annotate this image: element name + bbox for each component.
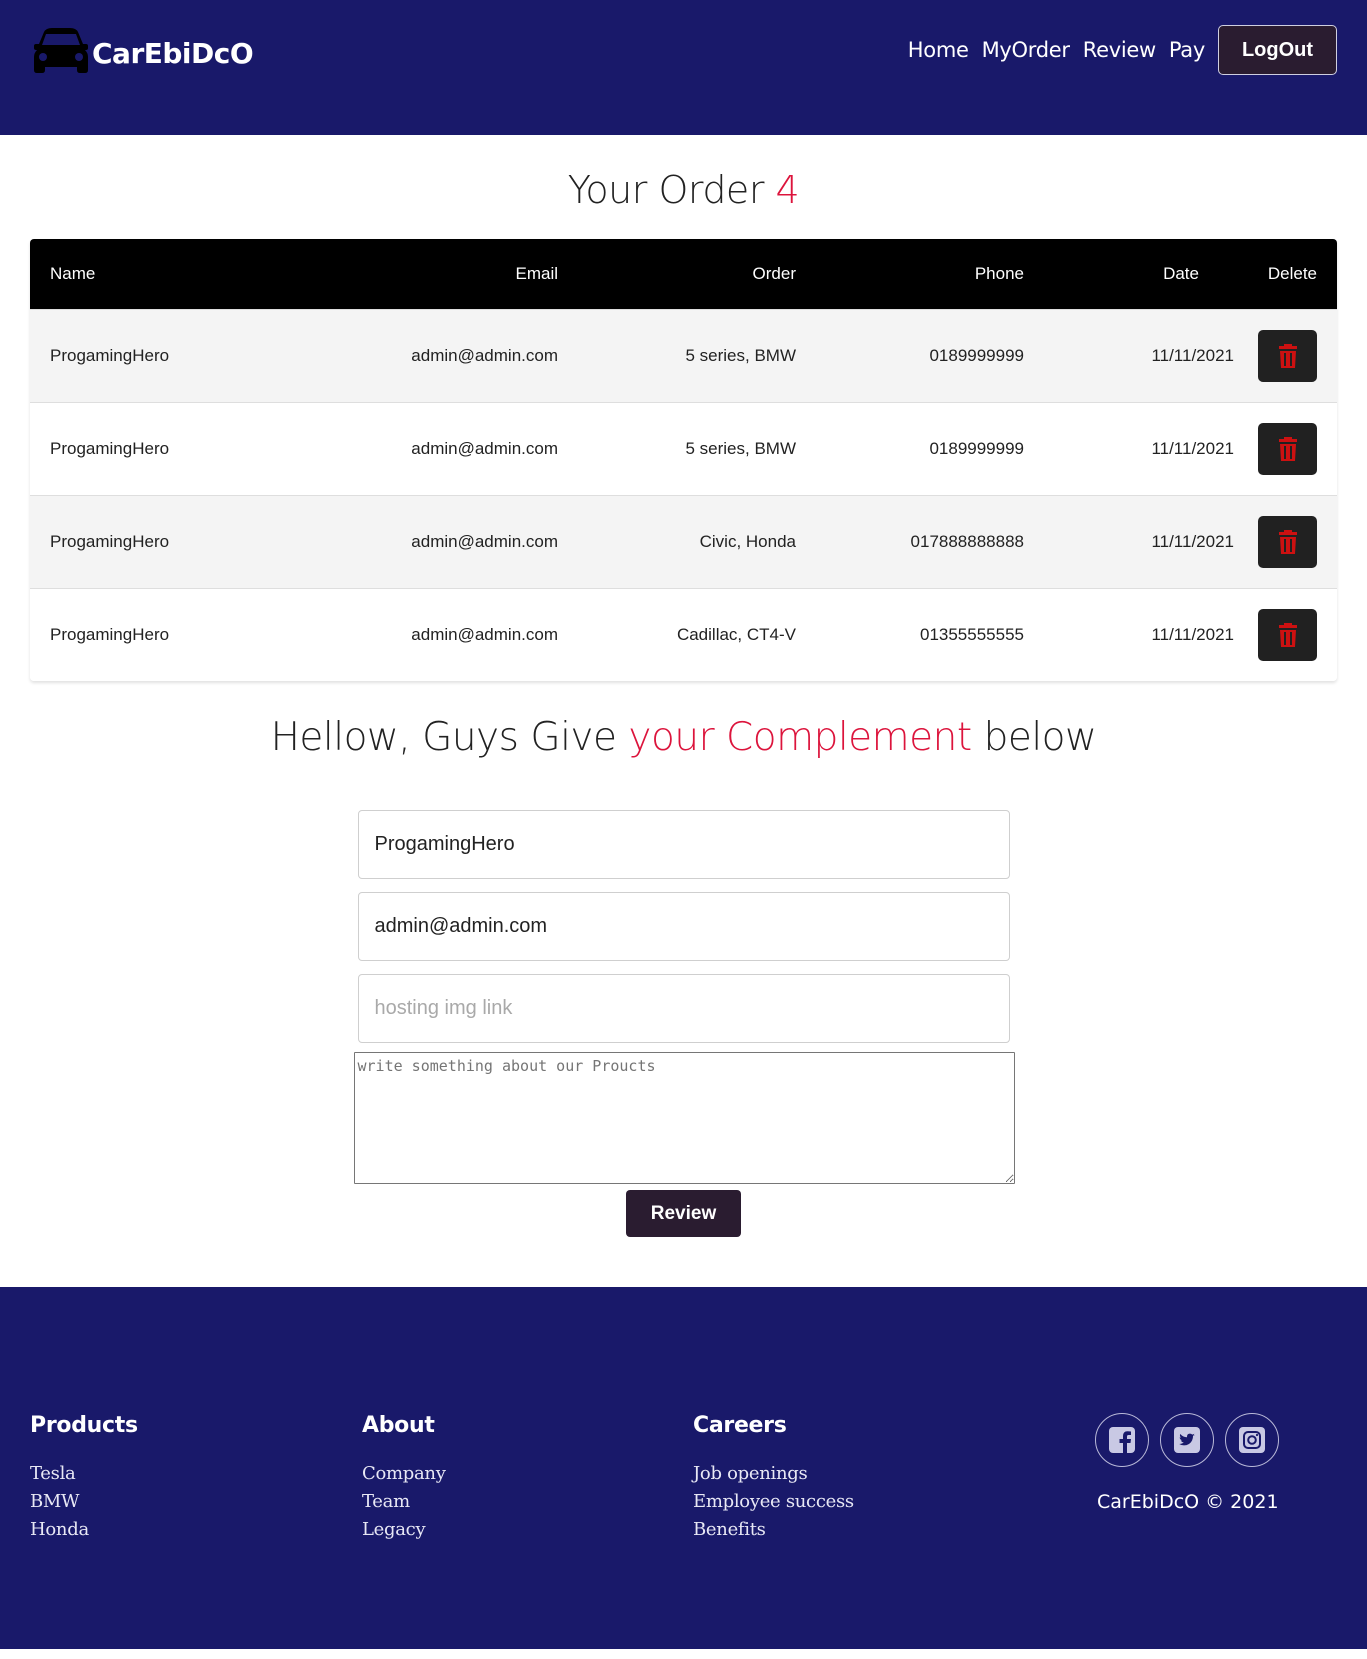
column-header-order: Order (752, 263, 796, 283)
trash-icon (1278, 436, 1297, 461)
column-header-delete: Delete (1267, 263, 1317, 283)
cell-phone: 01355555555 (816, 587, 1044, 681)
cell-delete (1234, 401, 1337, 495)
footer-link-job-openings[interactable]: Job openings (693, 1460, 854, 1488)
brand[interactable]: CarEbiDcO (30, 26, 254, 81)
delete-order-button[interactable] (1258, 608, 1317, 661)
cell-order: Cadillac, CT4-V (578, 587, 816, 681)
cell-email: admin@admin.com (300, 308, 578, 402)
column-header-phone: Phone (974, 263, 1024, 283)
footer-link-employee-success[interactable]: Employee success (693, 1488, 854, 1516)
order-title-text: Your Order (567, 168, 765, 212)
image-link-input[interactable] (357, 974, 1010, 1043)
footer-about-column: About Company Team Legacy (362, 1413, 446, 1544)
footer-link-bmw[interactable]: BMW (30, 1488, 138, 1516)
review-submit-button[interactable]: Review (626, 1190, 741, 1237)
cell-delete (1234, 494, 1337, 588)
trash-icon (1278, 529, 1297, 554)
review-title-part2: below (983, 715, 1097, 760)
car-icon (30, 26, 92, 81)
cell-email: admin@admin.com (300, 494, 578, 588)
cell-name: ProgamingHero (30, 308, 300, 402)
review-title-part1: Hellow, Guys Give (270, 715, 617, 760)
table-row: ProgamingHero admin@admin.com 5 series, … (30, 401, 1337, 495)
table-row: ProgamingHero admin@admin.com Cadillac, … (30, 587, 1337, 681)
nav-myorder[interactable]: MyOrder (982, 38, 1070, 62)
cell-email: admin@admin.com (300, 401, 578, 495)
table-row: ProgamingHero admin@admin.com Civic, Hon… (30, 494, 1337, 588)
footer-products-column: Products Tesla BMW Honda (30, 1413, 138, 1544)
cell-phone: 0189999999 (816, 308, 1044, 402)
logout-button[interactable]: LogOut (1218, 25, 1337, 75)
cell-date: 11/11/2021 (1044, 401, 1234, 495)
order-count: 4 (775, 168, 800, 212)
cell-order: 5 series, BMW (578, 308, 816, 402)
review-form: Review (353, 810, 1015, 1237)
review-title-highlight: your Complement (628, 715, 972, 760)
footer-link-honda[interactable]: Honda (30, 1516, 138, 1544)
nav-pay[interactable]: Pay (1169, 38, 1205, 62)
footer-link-company[interactable]: Company (362, 1460, 446, 1488)
nav-home[interactable]: Home (908, 38, 969, 62)
facebook-icon (1109, 1427, 1135, 1453)
table-row: ProgamingHero admin@admin.com 5 series, … (30, 308, 1337, 402)
cell-phone: 0189999999 (816, 401, 1044, 495)
table-header-row: Name Email Order Phone Date Delete (30, 239, 1337, 309)
facebook-link[interactable] (1095, 1413, 1149, 1467)
site-footer: Products Tesla BMW Honda About Company T… (0, 1287, 1367, 1649)
site-header: CarEbiDcO Home MyOrder Review Pay LogOut (0, 0, 1367, 135)
instagram-icon (1239, 1427, 1265, 1453)
footer-heading-careers: Careers (693, 1413, 787, 1438)
twitter-icon (1174, 1427, 1200, 1453)
footer-heading-products: Products (30, 1413, 138, 1438)
cell-email: admin@admin.com (300, 587, 578, 681)
delete-order-button[interactable] (1258, 515, 1317, 568)
footer-link-team[interactable]: Team (362, 1488, 446, 1516)
email-input[interactable] (357, 892, 1010, 961)
trash-icon (1278, 343, 1297, 368)
brand-name: CarEbiDcO (92, 37, 254, 70)
column-header-name: Name (50, 263, 96, 283)
name-input[interactable] (357, 810, 1010, 879)
cell-name: ProgamingHero (30, 494, 300, 588)
cell-date: 11/11/2021 (1044, 587, 1234, 681)
review-textarea[interactable] (353, 1052, 1015, 1184)
nav-review[interactable]: Review (1083, 38, 1156, 62)
cell-delete (1234, 587, 1337, 681)
delete-order-button[interactable] (1258, 422, 1317, 475)
footer-link-tesla[interactable]: Tesla (30, 1460, 138, 1488)
copyright-text: CarEbiDcO © 2021 (1097, 1491, 1279, 1513)
footer-link-benefits[interactable]: Benefits (693, 1516, 854, 1544)
footer-link-legacy[interactable]: Legacy (362, 1516, 446, 1544)
orders-table: Name Email Order Phone Date Delete Proga… (30, 239, 1337, 681)
cell-date: 11/11/2021 (1044, 494, 1234, 588)
social-links (1095, 1413, 1290, 1467)
instagram-link[interactable] (1225, 1413, 1279, 1467)
column-header-date: Date (1163, 263, 1199, 283)
cell-name: ProgamingHero (30, 401, 300, 495)
trash-icon (1278, 622, 1297, 647)
orders-table-container: Name Email Order Phone Date Delete Proga… (30, 239, 1337, 681)
cell-delete (1234, 308, 1337, 402)
cell-phone: 017888888888 (816, 494, 1044, 588)
review-title: Hellow, Guys Give your Complement below (0, 715, 1367, 760)
delete-order-button[interactable] (1258, 329, 1317, 382)
cell-order: Civic, Honda (578, 494, 816, 588)
column-header-email: Email (515, 263, 558, 283)
footer-careers-column: Careers Job openings Employee success Be… (693, 1413, 854, 1544)
order-title: Your Order 4 (0, 168, 1367, 212)
cell-order: 5 series, BMW (578, 401, 816, 495)
cell-name: ProgamingHero (30, 587, 300, 681)
cell-date: 11/11/2021 (1044, 308, 1234, 402)
twitter-link[interactable] (1160, 1413, 1214, 1467)
footer-heading-about: About (362, 1413, 435, 1438)
main-nav: Home MyOrder Review Pay LogOut (908, 25, 1337, 75)
